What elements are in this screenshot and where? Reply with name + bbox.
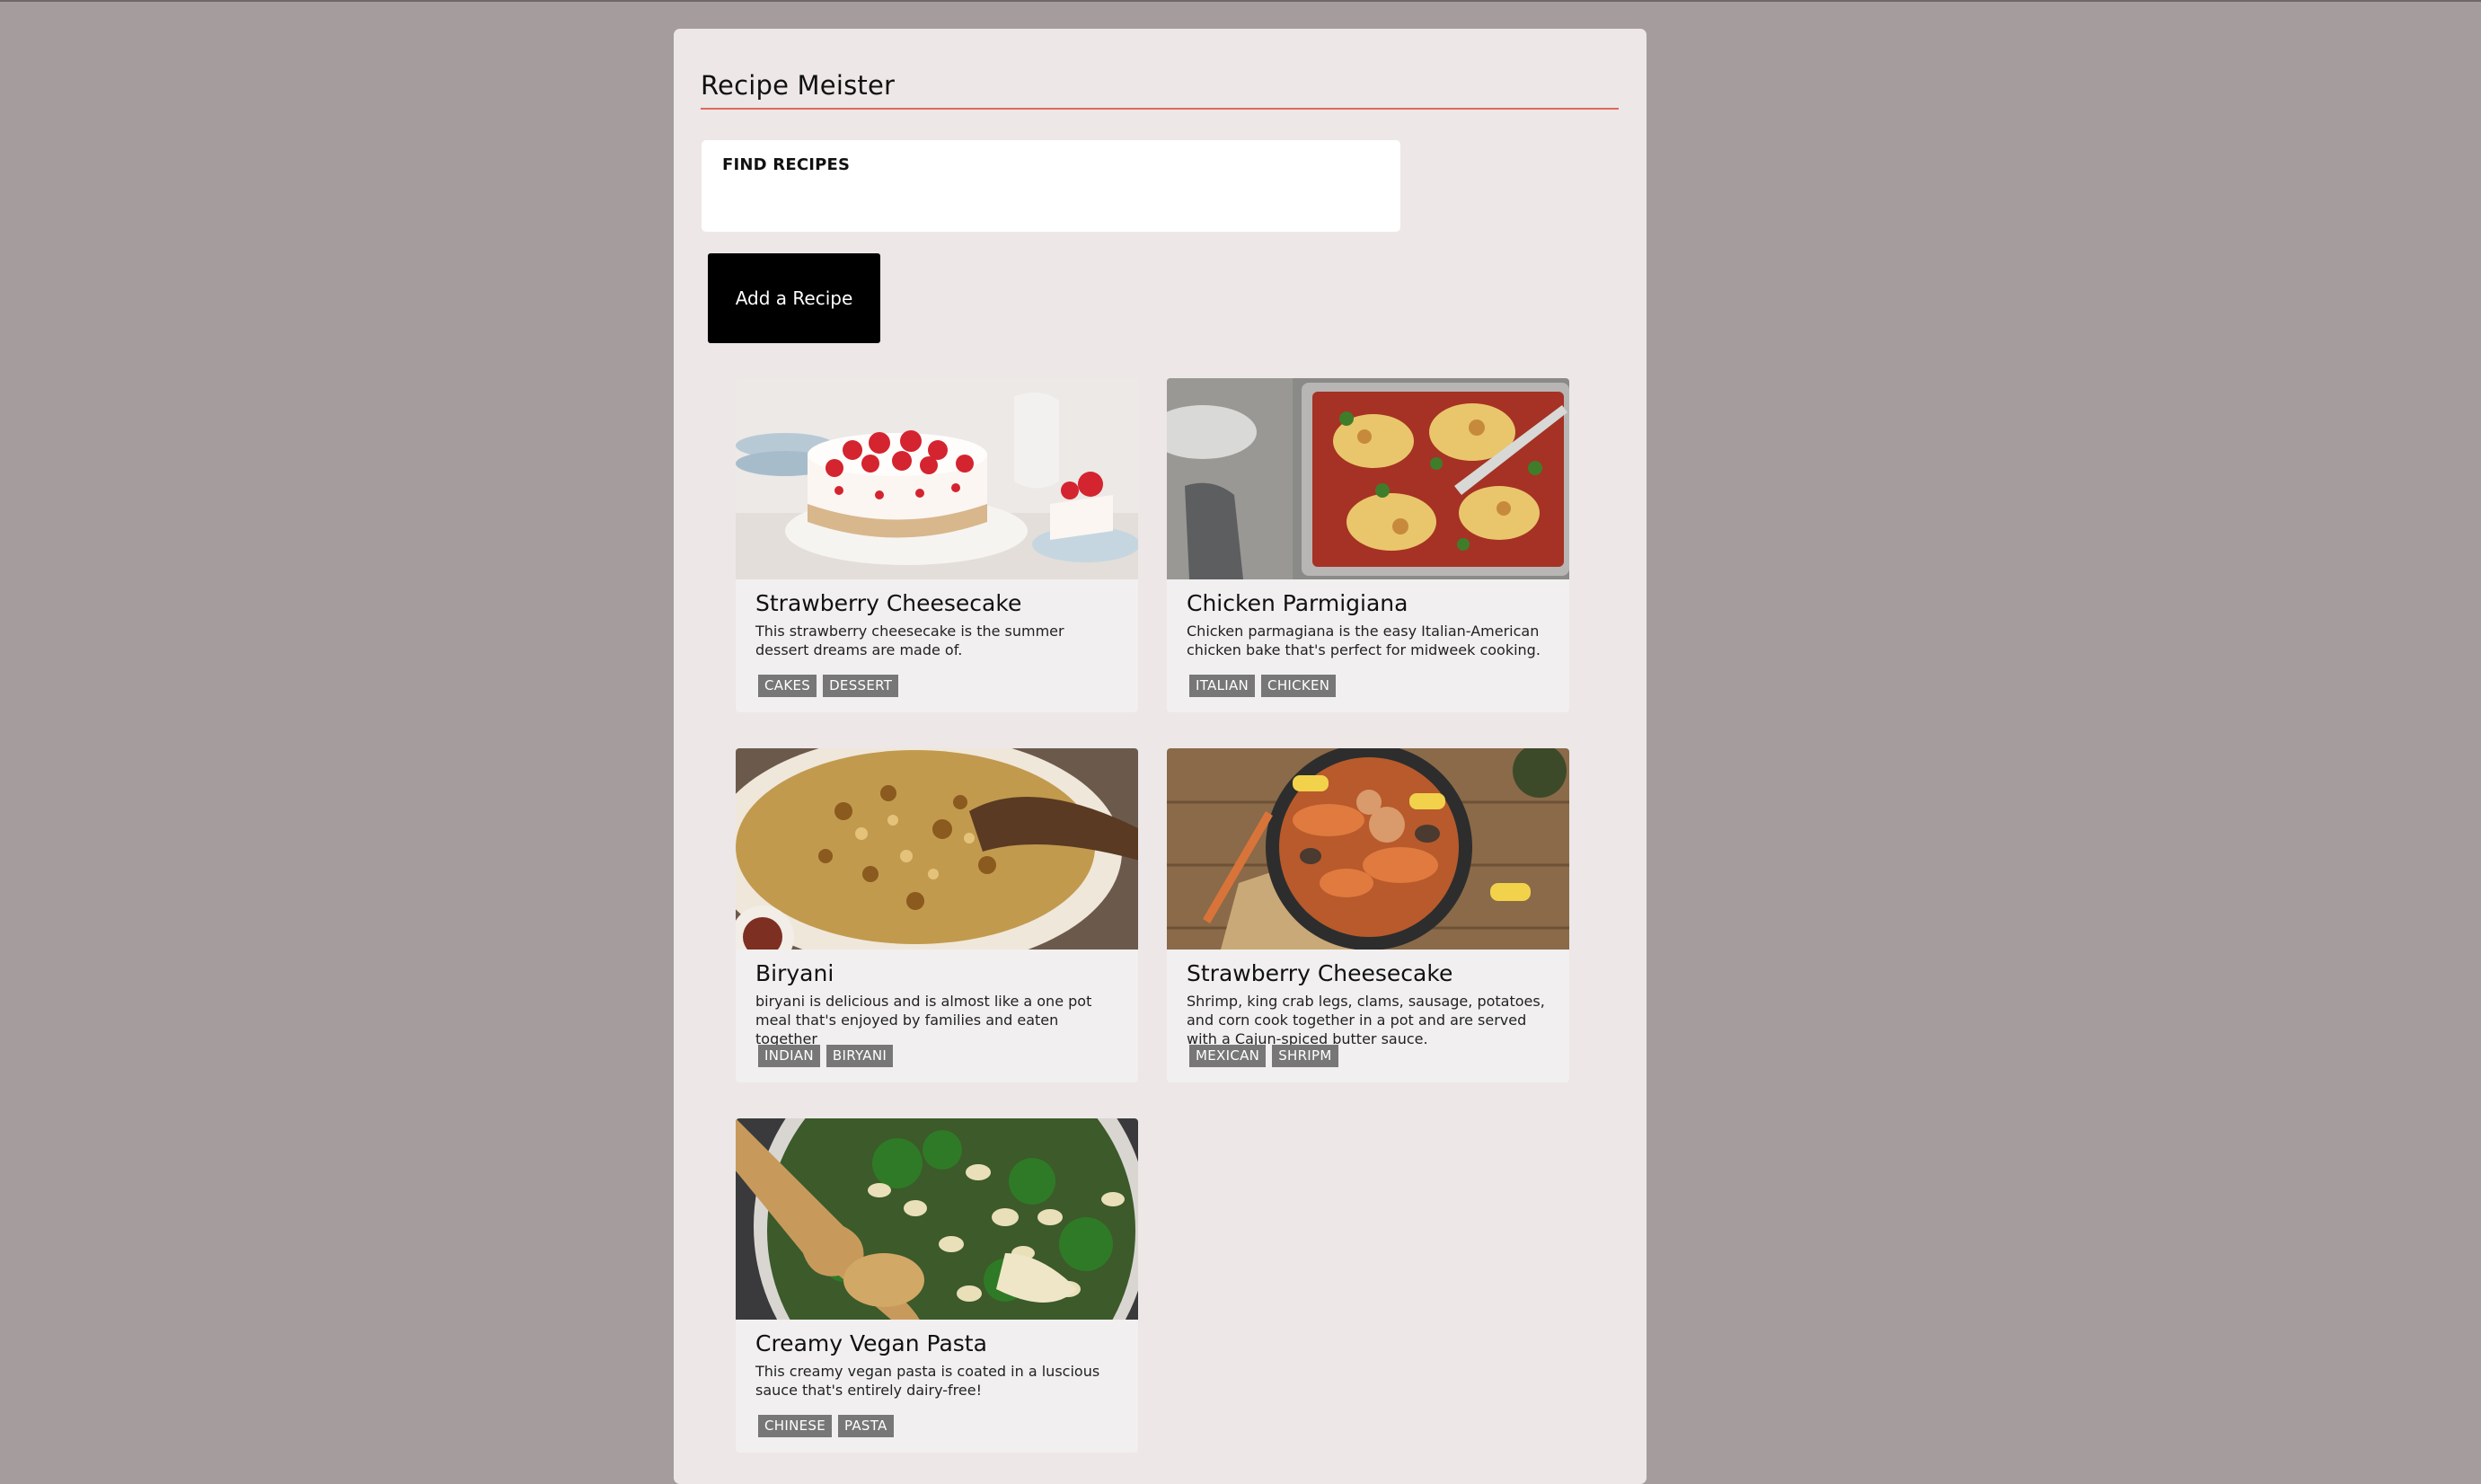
recipe-tag: MEXICAN: [1189, 1045, 1267, 1067]
recipe-tag: INDIAN: [758, 1045, 820, 1067]
search-box: FIND RECIPES: [702, 140, 1400, 232]
recipe-tag: CHICKEN: [1261, 675, 1337, 697]
recipe-tags: INDIAN BIRYANI: [758, 1045, 894, 1067]
recipe-description: Shrimp, king crab legs, clams, sausage, …: [1187, 993, 1545, 1047]
recipe-card[interactable]: Strawberry Cheesecake Shrimp, king crab …: [1167, 748, 1569, 1082]
search-label: FIND RECIPES: [722, 155, 851, 174]
recipe-tag: SHRIPM: [1272, 1045, 1338, 1067]
cheesecake-photo: [736, 378, 1138, 579]
recipe-title: Chicken Parmigiana: [1187, 590, 1408, 616]
recipe-description: This creamy vegan pasta is coated in a l…: [755, 1363, 1100, 1399]
recipe-description: This strawberry cheesecake is the summer…: [755, 623, 1064, 658]
title-divider: [701, 108, 1619, 110]
search-input[interactable]: [721, 181, 1381, 223]
recipe-tag: CHINESE: [758, 1415, 832, 1437]
recipe-tags: MEXICAN SHRIPM: [1189, 1045, 1338, 1067]
recipe-tag: PASTA: [837, 1415, 894, 1437]
recipe-tag: ITALIAN: [1189, 675, 1256, 697]
add-recipe-button[interactable]: Add a Recipe: [708, 253, 880, 343]
recipe-description: Chicken parmagiana is the easy Italian-A…: [1187, 623, 1541, 658]
recipe-description: biryani is delicious and is almost like …: [755, 993, 1092, 1047]
recipe-tag: BIRYANI: [826, 1045, 894, 1067]
recipe-card[interactable]: Strawberry Cheesecake This strawberry ch…: [736, 378, 1138, 712]
recipe-tags: CHINESE PASTA: [758, 1415, 894, 1437]
app-panel: Recipe Meister FIND RECIPES Add a Recipe: [674, 29, 1647, 1484]
top-border: [0, 0, 2481, 2]
recipe-tag: DESSERT: [823, 675, 899, 697]
seafood-boil-photo: [1167, 748, 1569, 950]
recipe-card[interactable]: Biryani biryani is delicious and is almo…: [736, 748, 1138, 1082]
app-title: Recipe Meister: [701, 70, 896, 101]
recipe-card[interactable]: Chicken Parmigiana Chicken parmagiana is…: [1167, 378, 1569, 712]
chicken-parmigiana-photo: [1167, 378, 1569, 579]
recipe-tag: CAKES: [758, 675, 817, 697]
recipe-title: Strawberry Cheesecake: [755, 590, 1022, 616]
recipe-title: Strawberry Cheesecake: [1187, 960, 1453, 986]
recipe-tags: ITALIAN CHICKEN: [1189, 675, 1337, 697]
recipe-title: Biryani: [755, 960, 834, 986]
recipe-card[interactable]: Creamy Vegan Pasta This creamy vegan pas…: [736, 1118, 1138, 1453]
recipe-tags: CAKES DESSERT: [758, 675, 899, 697]
biryani-photo: [736, 748, 1138, 950]
recipe-title: Creamy Vegan Pasta: [755, 1330, 987, 1356]
vegan-pasta-photo: [736, 1118, 1138, 1320]
